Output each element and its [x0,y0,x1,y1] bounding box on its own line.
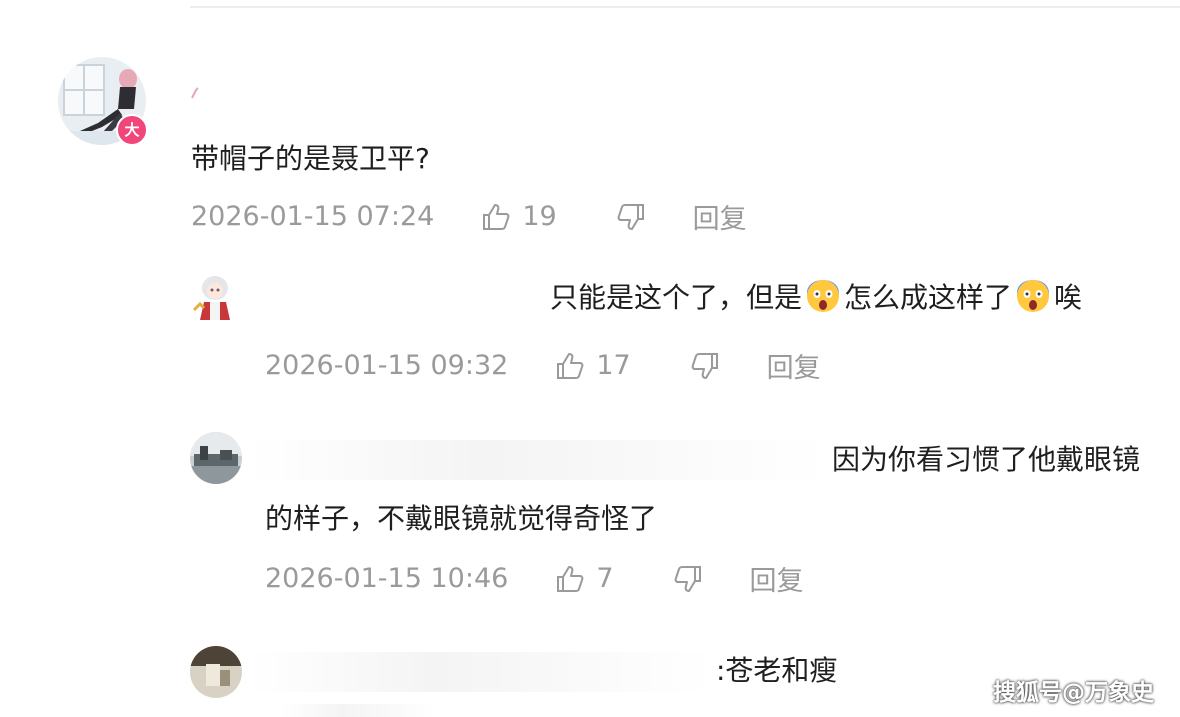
comment-text: 带帽子的是聂卫平? [191,142,430,175]
comment-time: 2026-01-15 09:32 [265,350,509,381]
like-button[interactable]: 17 [554,350,631,382]
thumbs-down-icon [674,565,701,592]
comment-text-line: 的样子，不戴眼镜就觉得奇怪了 [265,502,658,535]
comment-meta: 2026-01-15 07:24 19 回复 [191,197,747,236]
like-button[interactable]: 7 [554,563,614,595]
thumbs-down-icon [691,352,718,379]
comment-text-line: 因为你看习惯了他戴眼镜 [832,443,1141,476]
like-button[interactable]: 19 [480,201,557,233]
dislike-button[interactable] [672,563,704,595]
watermark: 搜狐号@万象史 [993,680,1154,706]
comment-text-part: 唉 [1054,281,1083,314]
comment-time: 2026-01-15 10:46 [265,563,509,594]
comment-text-part: 怎么成这样了 [844,281,1013,314]
thumbs-up-icon [557,565,584,592]
avatar[interactable] [190,646,242,698]
comment-meta: 2026-01-15 10:46 7 回复 [265,559,804,598]
comment-meta: 2026-01-15 09:32 17 回复 [265,346,821,385]
blurred-content [280,704,436,717]
screaming-face-icon [1017,280,1050,312]
reply-button[interactable]: 回复 [767,346,821,385]
top-divider [190,6,1180,8]
comment-text: :苍老和瘦 [716,654,838,687]
dislike-button[interactable] [615,201,647,233]
avatar[interactable] [190,432,242,484]
comment-text: 只能是这个了，但是 怎么成这样了 唉 [550,278,1082,318]
comment-time: 2026-01-15 07:24 [191,201,435,232]
like-count: 19 [522,201,557,232]
blurred-username [250,440,830,480]
like-count: 17 [596,350,631,381]
username-fragment[interactable] [190,86,200,100]
avatar[interactable] [190,270,240,320]
reply-button[interactable]: 回复 [693,197,747,236]
comment-text-part: 只能是这个了，但是 [550,281,803,314]
thumbs-up-icon [557,352,584,379]
dislike-button[interactable] [689,350,721,382]
thumbs-down-icon [617,203,644,230]
user-level-badge: 大 [116,114,148,146]
blurred-username [250,652,712,692]
reply-button[interactable]: 回复 [750,559,804,598]
thumbs-up-icon [483,203,510,230]
screaming-face-icon [807,280,840,312]
like-count: 7 [596,563,614,594]
